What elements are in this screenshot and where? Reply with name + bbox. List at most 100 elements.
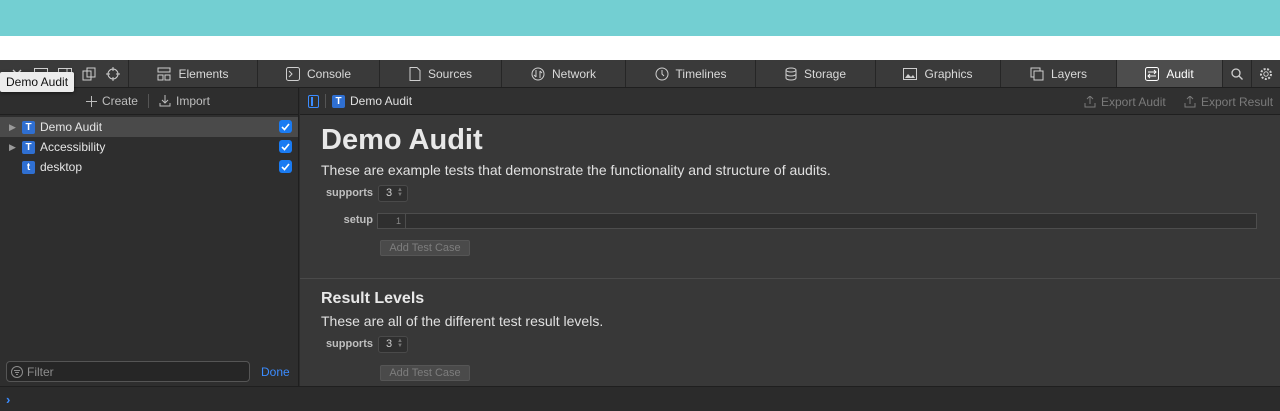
tab-label: Storage <box>803 66 847 81</box>
tree-item-label: Demo Audit <box>40 120 103 134</box>
audit-tree: ▶ T Demo Audit ▶ T Accessibility t deskt… <box>0 115 298 177</box>
console-icon <box>285 66 300 81</box>
create-button[interactable]: Create <box>85 94 138 108</box>
network-icon <box>531 67 545 80</box>
tab-console[interactable]: Console <box>257 60 379 87</box>
disclosure-triangle-icon[interactable]: ▶ <box>9 142 19 153</box>
page-white-strip <box>0 36 1280 60</box>
disclosure-triangle-icon[interactable]: ▶ <box>9 122 19 133</box>
test-group-icon: T <box>332 94 345 108</box>
image-icon <box>903 67 918 80</box>
supports-value: 3 <box>386 187 393 199</box>
audit-description: These are example tests that demonstrate… <box>321 162 831 178</box>
tree-item-accessibility[interactable]: ▶ T Accessibility <box>0 137 298 157</box>
tab-graphics[interactable]: Graphics <box>875 60 1000 87</box>
tab-timelines[interactable]: Timelines <box>625 60 755 87</box>
database-icon <box>785 67 797 81</box>
tab-label: Audit <box>1166 66 1194 81</box>
audit-content: T Demo Audit Export Audit Export Result … <box>300 88 1280 386</box>
result-levels-description: These are all of the different test resu… <box>321 313 604 329</box>
setup-label: setup <box>343 214 373 226</box>
checkmark-icon <box>281 122 290 131</box>
export-icon <box>1184 96 1196 108</box>
tab-label: Timelines <box>675 66 727 81</box>
devtools-tab-bar: Elements Console Sources Network Timelin… <box>0 60 1280 88</box>
tree-item-label: Accessibility <box>40 140 106 154</box>
export-result-button[interactable]: Export Result <box>1184 95 1273 109</box>
filter-icon <box>11 365 23 378</box>
breadcrumb: Demo Audit <box>350 94 413 108</box>
checkmark-icon <box>281 142 290 151</box>
line-number: 1 <box>378 214 406 228</box>
filter-input[interactable]: Filter <box>6 361 250 382</box>
tab-label: Console <box>306 66 352 81</box>
tab-label: Sources <box>427 66 473 81</box>
supports-stepper[interactable]: 3 ▲ ▼ <box>378 185 408 202</box>
tab-label: Elements <box>178 66 229 81</box>
tab-network[interactable]: Network <box>501 60 625 87</box>
tab-audit[interactable]: Audit <box>1116 60 1222 87</box>
tooltip: Demo Audit <box>0 72 75 92</box>
test-case-icon: t <box>22 160 35 174</box>
stepper-arrows-icon[interactable]: ▲ ▼ <box>397 338 403 349</box>
sidebar-toolbar: Create Import <box>0 88 298 115</box>
enabled-checkbox[interactable] <box>279 120 292 133</box>
enabled-checkbox[interactable] <box>279 140 292 153</box>
search-icon <box>1231 67 1243 80</box>
console-prompt-icon: › <box>6 392 11 407</box>
supports-value: 3 <box>386 338 393 350</box>
layers-icon <box>1030 67 1044 80</box>
toggle-sidebar-icon[interactable] <box>308 94 319 108</box>
supports-stepper[interactable]: 3 ▲ ▼ <box>378 336 408 353</box>
stepper-arrows-icon[interactable]: ▲ ▼ <box>397 187 403 198</box>
tree-item-desktop[interactable]: t desktop <box>0 157 298 177</box>
page-top-banner <box>0 0 1280 36</box>
plus-icon <box>85 95 97 107</box>
tab-layers[interactable]: Layers <box>1000 60 1116 87</box>
checkmark-icon <box>281 162 290 171</box>
audit-sidebar: Create Import ▶ T Demo Audit ▶ T Accessi… <box>0 88 299 386</box>
done-button[interactable]: Done <box>261 365 290 379</box>
tree-item-demo-audit[interactable]: ▶ T Demo Audit <box>0 117 298 137</box>
clock-icon <box>655 67 669 80</box>
supports-label: supports <box>325 338 373 350</box>
audit-title: Demo Audit <box>321 124 483 156</box>
export-result-label: Export Result <box>1201 95 1274 109</box>
tab-sources[interactable]: Sources <box>379 60 501 87</box>
settings-button[interactable] <box>1251 60 1280 87</box>
quick-console[interactable]: › <box>0 386 1280 411</box>
tab-storage[interactable]: Storage <box>755 60 875 87</box>
device-icon[interactable] <box>80 65 98 83</box>
supports-label: supports <box>325 187 373 199</box>
tab-label: Layers <box>1050 66 1088 81</box>
tab-label: Network <box>551 66 596 81</box>
test-group-icon: T <box>22 120 35 134</box>
test-group-icon: T <box>22 140 35 154</box>
nav-divider <box>325 94 326 108</box>
create-label: Create <box>101 94 138 108</box>
export-audit-button[interactable]: Export Audit <box>1084 95 1166 109</box>
filter-bar: Filter Done <box>0 358 299 386</box>
import-icon <box>159 95 171 107</box>
toolbar-divider <box>147 94 149 108</box>
enabled-checkbox[interactable] <box>279 160 292 173</box>
result-levels-title: Result Levels <box>321 290 425 307</box>
tab-elements[interactable]: Elements <box>128 60 257 87</box>
setup-code-editor[interactable]: 1 <box>377 213 1257 229</box>
section-divider <box>300 278 1280 279</box>
tab-label: Graphics <box>924 66 973 81</box>
search-button[interactable] <box>1222 60 1251 87</box>
import-button[interactable]: Import <box>159 94 210 108</box>
add-test-case-button[interactable]: Add Test Case <box>380 365 470 381</box>
tree-item-label: desktop <box>40 160 83 174</box>
audit-icon <box>1145 66 1160 81</box>
elements-icon <box>157 67 171 80</box>
gear-icon <box>1260 67 1272 80</box>
export-audit-label: Export Audit <box>1101 95 1166 109</box>
export-icon <box>1084 96 1096 108</box>
content-nav-bar: T Demo Audit Export Audit Export Result <box>300 88 1280 115</box>
crosshair-icon[interactable] <box>104 65 122 83</box>
add-test-case-button[interactable]: Add Test Case <box>380 240 470 256</box>
document-icon <box>409 66 421 81</box>
import-label: Import <box>175 94 210 108</box>
